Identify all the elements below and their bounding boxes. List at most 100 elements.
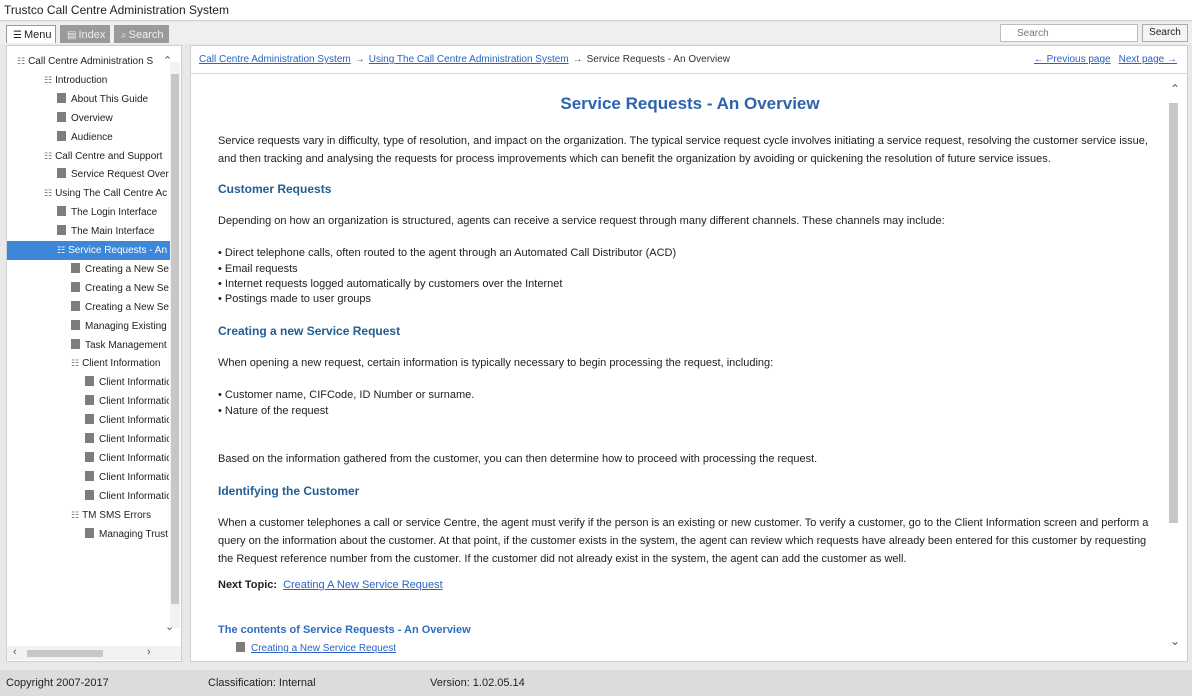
sidebar-item-label: Client Informatic: [99, 452, 169, 464]
next-page-link[interactable]: Next page →: [1119, 54, 1177, 65]
book-icon: ☷: [17, 56, 26, 66]
sidebar-item[interactable]: Client Informatic: [85, 487, 169, 506]
breadcrumb: Call Centre Administration System → Using …: [199, 54, 730, 65]
sidebar-item[interactable]: Client Informatic: [85, 392, 169, 411]
tab-index[interactable]: ▤ Index: [60, 25, 110, 43]
sidebar-item[interactable]: Client Informatic: [85, 430, 169, 449]
sidebar-item[interactable]: Client Informatic: [85, 449, 169, 468]
classification-text: Classification: Internal: [208, 677, 316, 689]
page-icon: [71, 262, 80, 273]
page-icon: [71, 281, 80, 292]
sidebar-item-label: Client Informatic: [99, 434, 169, 445]
sidebar-item-label: Audience: [71, 131, 113, 143]
sidebar-item[interactable]: About This Guide: [57, 90, 169, 109]
nav-bar: Call Centre Administration System → Using …: [191, 46, 1187, 74]
sidebar-item[interactable]: ☷ Call Centre Administration S: [17, 52, 169, 71]
content-scroll-down-icon[interactable]: ⌄: [1170, 634, 1180, 648]
sidebar-item[interactable]: Creating a New Se: [71, 279, 169, 298]
content-scroll-thumb[interactable]: [1169, 103, 1178, 523]
sidebar-item[interactable]: The Main Interface: [57, 222, 169, 241]
page-icon: [85, 376, 94, 387]
creating-request-followup: Based on the information gathered from t…: [218, 453, 818, 465]
toolbar: ☰Menu ▤Index ⌕Search ⌕ Search: [0, 22, 1192, 44]
sidebar-item[interactable]: ☷ Introduction: [44, 71, 169, 90]
sidebar-item[interactable]: The Login Interface: [57, 203, 169, 222]
breadcrumb-separator: →: [354, 54, 365, 65]
sidebar-item-label: Creating a New Se: [85, 282, 169, 294]
page-title: Service Requests - An Overview: [560, 94, 820, 113]
sidebar-item-label: Client Informatic: [99, 490, 169, 502]
next-topic-link[interactable]: Creating A New Service Request: [283, 579, 443, 591]
sidebar-item-label: Managing Existing: [85, 320, 167, 332]
content-vertical-scrollbar[interactable]: [1166, 83, 1180, 648]
page-icon: [57, 130, 66, 141]
page-icon: [85, 489, 94, 500]
sidebar-item[interactable]: ☷ Service Requests - An: [7, 241, 170, 260]
list-icon: ☰: [13, 30, 22, 41]
sidebar-item-label: Call Centre Administration S: [28, 56, 154, 67]
previous-page-link[interactable]: ← Previous page: [1034, 54, 1111, 65]
section-heading-customer-requests: Customer Requests: [218, 182, 332, 196]
book-icon: ☷: [44, 74, 53, 85]
sidebar-item-label: Service Requests - An: [68, 245, 168, 256]
sidebar-item[interactable]: ☷ TM SMS Errors: [71, 506, 169, 525]
sidebar-item[interactable]: Overview: [57, 109, 169, 128]
sidebar-horizontal-scrollbar[interactable]: ‹ ›: [7, 646, 181, 660]
sidebar-hscroll-thumb[interactable]: [27, 650, 103, 657]
sidebar-item[interactable]: Creating a New Se: [71, 260, 169, 279]
list-item: • Nature of the request: [218, 405, 329, 417]
scroll-right-icon[interactable]: ›: [147, 646, 151, 658]
tab-search[interactable]: ⌕ Search: [114, 25, 169, 43]
sidebar-item[interactable]: ☷ Call Centre and Support: [44, 147, 169, 166]
book-icon: ☷: [71, 358, 80, 369]
sidebar-item[interactable]: Task Management: [71, 336, 169, 355]
tab-search-label: Search: [128, 29, 164, 41]
sidebar-item[interactable]: Client Informatic: [85, 468, 169, 487]
page-icon: [236, 642, 245, 652]
window-title: Trustco Call Centre Administration Syste…: [0, 0, 1192, 21]
sidebar-item-label: Client Information: [82, 358, 161, 370]
book-icon: ☷: [44, 150, 53, 161]
sidebar-vertical-scrollbar[interactable]: [170, 62, 180, 628]
breadcrumb-link-root[interactable]: Call Centre Administration System: [199, 54, 351, 65]
sidebar-item[interactable]: Managing Trust: [85, 525, 169, 544]
scroll-left-icon[interactable]: ‹: [13, 646, 17, 658]
sidebar-item[interactable]: Client Informatic: [85, 373, 169, 392]
identifying-customer-paragraph: When a customer telephones a call or ser…: [218, 517, 1149, 565]
sidebar-item-label: TM SMS Errors: [82, 509, 151, 521]
sidebar-item-label: The Login Interface: [71, 207, 158, 219]
scroll-down-icon[interactable]: ⌄: [165, 620, 174, 633]
sidebar-item[interactable]: ☷ Using The Call Centre Ac: [44, 184, 169, 203]
sidebar-item-label: Overview: [71, 112, 113, 124]
sidebar-item[interactable]: Audience: [57, 128, 169, 147]
page-icon: [85, 451, 94, 462]
search-input[interactable]: [1000, 24, 1138, 42]
sidebar-item-label: Client Informatic: [99, 415, 169, 427]
sidebar-item-label: Creating a New Se: [85, 263, 169, 275]
sidebar-item[interactable]: Service Request Over: [57, 165, 169, 184]
search-button[interactable]: Search: [1142, 24, 1188, 42]
sidebar-scroll-thumb[interactable]: [171, 74, 179, 604]
page-icon: [57, 168, 66, 179]
pane-splitter[interactable]: [183, 45, 189, 662]
page-icon: [57, 111, 66, 122]
page-icon: [85, 433, 94, 443]
page-icon: [85, 470, 94, 481]
contents-item[interactable]: Creating a New Service Request: [236, 642, 396, 654]
breadcrumb-link-using[interactable]: Using The Call Centre Administration Sys…: [369, 54, 569, 65]
list-item: • Email requests: [218, 263, 298, 275]
page-icon: [85, 395, 94, 406]
sidebar-item[interactable]: ☷ Client Information: [71, 354, 169, 373]
page-icon: [57, 206, 66, 217]
next-topic: Next Topic: Creating A New Service Reques…: [218, 578, 443, 593]
tab-menu[interactable]: ☰ Menu: [6, 25, 56, 43]
list-item: • Direct telephone calls, often routed t…: [218, 247, 677, 259]
page-icon: [71, 319, 80, 330]
list-item: • Internet requests logged automatically…: [218, 278, 563, 290]
sidebar-item[interactable]: Managing Existing: [71, 317, 169, 336]
page-icon: [57, 92, 66, 103]
page-icon: [71, 300, 80, 311]
intro-paragraph: Service requests vary in difficulty, typ…: [218, 135, 1148, 165]
sidebar-item[interactable]: Creating a New Se: [71, 298, 169, 317]
sidebar-item[interactable]: Client Informatic: [85, 411, 169, 430]
